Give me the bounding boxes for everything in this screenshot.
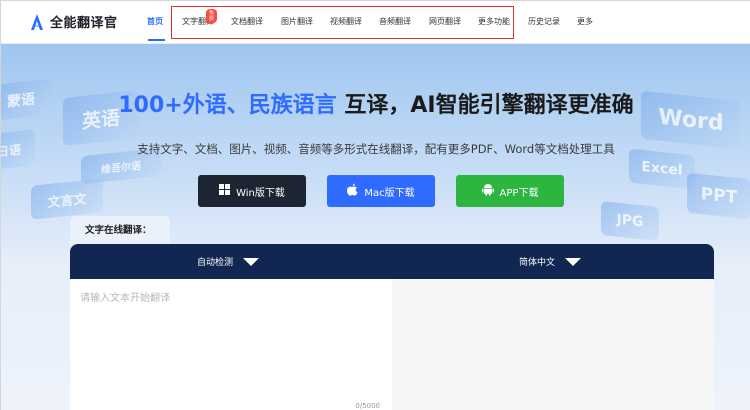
brand-logo[interactable]: 全能翻译官 (30, 12, 118, 31)
target-language-label: 简体中文 (519, 258, 556, 268)
windows-icon (219, 184, 231, 198)
windows-download-label: Win版下载 (236, 187, 285, 199)
android-icon (481, 183, 494, 199)
language-selector-bar: 自动检测 简体中文 (70, 244, 714, 279)
hero-subline: 支持文字、文档、图片、视频、音频等多形式在线翻译，配有更多PDF、Word等文档… (137, 142, 615, 156)
character-counter: 0/5000 (355, 402, 380, 410)
nav-item-history[interactable]: 历史记录 (528, 16, 560, 27)
hero-headline: 100+外语、民族语言 互译，AI智能引擎翻译更准确 (118, 93, 634, 118)
active-nav-indicator (148, 39, 165, 41)
mac-download-button[interactable]: Mac版下载 (327, 175, 435, 207)
target-dropdown-icon (565, 257, 582, 266)
decor-tile-jpg: JPG (601, 200, 659, 242)
app-download-label: APP下载 (499, 187, 539, 199)
logo-icon (30, 13, 44, 31)
nav-item-home[interactable]: 首页 (147, 16, 163, 27)
highlight-box (171, 6, 514, 39)
decor-tile-classical-chinese: 文言文 (31, 178, 103, 220)
source-dropdown-icon (243, 257, 260, 266)
source-language-select[interactable]: 自动检测 (197, 255, 260, 268)
source-text-input[interactable] (80, 289, 380, 389)
mac-download-label: Mac版下载 (364, 187, 415, 199)
target-language-select[interactable]: 简体中文 (519, 255, 582, 268)
text-translate-tab[interactable]: 文字在线翻译： (70, 216, 170, 246)
brand-name: 全能翻译官 (50, 16, 118, 31)
nav-item-more[interactable]: 更多 (577, 16, 593, 27)
apple-icon (347, 183, 358, 199)
decor-tile-ppt: PPT (687, 172, 750, 220)
windows-download-button[interactable]: Win版下载 (198, 175, 306, 207)
source-language-label: 自动检测 (197, 258, 234, 268)
hero-section: 蒙语 英语 日语 维吾尔语 文言文 Word Excel PPT JPG 100… (1, 44, 750, 410)
source-text-pane: 0/5000 (70, 279, 392, 410)
top-navigation-bar: 全能翻译官 首页 文字翻译 文档翻译 图片翻译 视频翻译 音频翻译 网页翻译 更… (1, 1, 750, 44)
translation-output-pane (392, 279, 714, 410)
app-download-button[interactable]: APP下载 (456, 175, 564, 207)
